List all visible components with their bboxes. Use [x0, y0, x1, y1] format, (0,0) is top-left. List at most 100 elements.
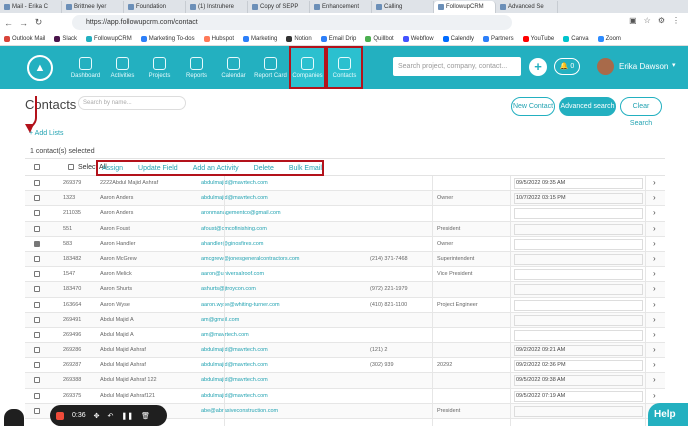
chevron-down-icon[interactable]: ▾ — [672, 61, 676, 69]
new-contact-button[interactable]: New Contact — [511, 97, 555, 116]
contact-name[interactable]: Aaron Anders — [100, 195, 133, 201]
browser-tab[interactable]: Mail - Erika C — [0, 1, 62, 13]
table-row[interactable]: 551 Aaron Foust afoust@cmcofinishing.com Pr… — [25, 221, 665, 237]
contact-email[interactable]: am@gmail.com — [201, 317, 239, 323]
table-row[interactable]: 269375 Abdul Majid Ashraf121 abdulmajid@ma… — [25, 389, 665, 404]
contact-search-input[interactable]: Search by name... — [78, 96, 186, 110]
stop-recording-icon[interactable] — [56, 411, 64, 420]
action-delete[interactable]: Delete — [254, 165, 274, 172]
table-row[interactable]: 269287 Abdul Majid Ashraf abdulmajid@mavrt… — [25, 358, 665, 374]
delete-icon[interactable]: 🗑 — [141, 412, 150, 420]
follow-up-date-field[interactable] — [514, 329, 643, 341]
header-checkbox[interactable] — [34, 164, 40, 170]
bookmark-item[interactable]: Marketing To-dos — [140, 35, 195, 42]
follow-up-date-field[interactable]: 09/5/2022 09:35 AM — [514, 178, 643, 189]
row-checkbox[interactable] — [34, 362, 40, 369]
nav-item-dashboard[interactable]: Dashboard — [67, 46, 104, 89]
add-new-button[interactable]: + — [529, 58, 547, 76]
followup-logo-icon[interactable]: ▲ — [27, 54, 53, 81]
nav-item-calendar[interactable]: Calendar — [215, 46, 252, 89]
browser-tab[interactable]: Calling — [372, 1, 434, 13]
nav-item-report-card[interactable]: Report Card — [252, 46, 289, 89]
table-row[interactable]: 183470 Aaron Shurts ashurts@jtroycon.com (9… — [25, 282, 665, 298]
table-row[interactable]: 269491 Abdul Majid A am@gmail.com › — [25, 312, 665, 328]
browser-tab[interactable]: Advanced Se — [496, 1, 558, 13]
chevron-right-icon[interactable]: › — [653, 178, 656, 187]
action-update-field[interactable]: Update Field — [138, 165, 178, 172]
bookmark-item[interactable]: Quillbot — [365, 35, 394, 42]
pause-icon[interactable]: ❚❚ — [121, 412, 133, 420]
row-checkbox[interactable] — [34, 271, 40, 278]
contact-name[interactable]: Aaron Shurts — [100, 286, 132, 292]
follow-up-date-field[interactable] — [514, 208, 643, 220]
chevron-right-icon[interactable]: › — [653, 254, 656, 263]
row-checkbox[interactable] — [34, 347, 40, 354]
browser-tab[interactable]: Copy of SEPP — [248, 1, 310, 13]
bookmark-item[interactable]: Outlook Mail — [4, 35, 45, 42]
follow-up-date-field[interactable] — [514, 284, 643, 296]
contact-email[interactable]: abe@abrasiveconstruction.com — [201, 408, 278, 414]
contact-email[interactable]: ashurts@jtroycon.com — [201, 286, 256, 292]
bookmark-star-icon[interactable]: ☆ — [644, 16, 651, 25]
table-row[interactable]: 269379 2222Abdul Majid Ashraf abdulmajid@m… — [25, 176, 665, 192]
drag-handle-icon[interactable]: ✥ — [94, 412, 100, 420]
contact-email[interactable]: abdulmajid@mavrtech.com — [201, 180, 268, 186]
avatar[interactable] — [597, 58, 614, 75]
contact-name[interactable]: Abdul Majid A — [100, 317, 134, 323]
table-row[interactable]: 1323 Aaron Anders abdulmajid@mavrtech.com O… — [25, 191, 665, 207]
row-checkbox[interactable] — [34, 225, 40, 232]
nav-item-projects[interactable]: Projects — [141, 46, 178, 89]
nav-item-reports[interactable]: Reports — [178, 46, 215, 89]
back-icon[interactable]: ← — [4, 18, 13, 28]
table-row[interactable]: 583 Aaron Handler ahandler@ginosfires.com O… — [25, 237, 665, 252]
forward-icon[interactable]: → — [19, 18, 28, 28]
contact-name[interactable]: 2222Abdul Majid Ashraf — [100, 180, 158, 186]
reload-icon[interactable]: ↻ — [34, 17, 43, 28]
contact-email[interactable]: ahandler@ginosfires.com — [201, 241, 263, 247]
chevron-right-icon[interactable]: › — [653, 239, 656, 248]
bookmark-item[interactable]: Marketing — [243, 35, 277, 42]
contact-name[interactable]: Abdul Majid Ashraf 122 — [100, 377, 157, 383]
table-row[interactable]: 269496Abdul Majid Aam@mavrtech.com› — [25, 328, 665, 344]
row-checkbox[interactable] — [34, 286, 40, 293]
row-checkbox[interactable] — [34, 255, 40, 262]
row-checkbox[interactable] — [34, 377, 40, 384]
contact-email[interactable]: abdulmajid@mavrtech.com — [201, 393, 268, 399]
table-row[interactable]: 163664 Aaron Wyse aaron.wyse@whiting-turne… — [25, 298, 665, 313]
row-checkbox[interactable] — [34, 210, 40, 217]
contact-name[interactable]: Aaron Foust — [100, 226, 130, 232]
chevron-right-icon[interactable]: › — [653, 345, 656, 354]
contact-email[interactable]: aaron@universalroof.com — [201, 271, 264, 277]
bookmark-item[interactable]: Canva — [563, 35, 589, 42]
bookmark-item[interactable]: Hubspot — [203, 35, 234, 42]
contact-name[interactable]: Aaron Anders — [100, 210, 133, 216]
follow-up-date-field[interactable] — [514, 299, 643, 311]
chevron-right-icon[interactable]: › — [653, 315, 656, 324]
row-checkbox[interactable] — [34, 331, 40, 338]
notifications-button[interactable]: 🔔 0 — [554, 58, 580, 75]
chevron-right-icon[interactable]: › — [653, 330, 656, 339]
nav-item-activities[interactable]: Activities — [104, 46, 141, 89]
contact-name[interactable]: Aaron Handler — [100, 241, 135, 247]
contact-name[interactable]: Abdul Majid Ashraf — [100, 362, 146, 368]
browser-tab[interactable]: Foundation — [124, 1, 186, 13]
bookmark-item[interactable]: YouTube — [522, 35, 554, 42]
contact-email[interactable]: abdulmajid@mavrtech.com — [201, 347, 268, 353]
chevron-right-icon[interactable]: › — [653, 300, 656, 309]
bookmark-item[interactable]: Slack — [54, 35, 77, 42]
action-bulk-email[interactable]: Bulk Email — [289, 165, 322, 172]
follow-up-date-field[interactable]: 09/2/2022 02:36 PM — [514, 360, 643, 372]
browser-tab[interactable]: (1) Instruhere — [186, 1, 248, 13]
bookmark-item[interactable]: Webflow — [402, 35, 434, 42]
table-row[interactable]: 211035 Aaron Anders aronmanagementco@gmail… — [25, 206, 665, 222]
chevron-right-icon[interactable]: › — [653, 269, 656, 278]
follow-up-date-field[interactable] — [514, 253, 643, 265]
contact-name[interactable]: Abdul Majid A — [100, 332, 134, 338]
row-checkbox[interactable] — [34, 316, 40, 323]
contact-email[interactable]: amcgrew@jonesgeneralcontractors.com — [201, 256, 300, 262]
contact-email[interactable]: abdulmajid@mavrtech.com — [201, 195, 268, 201]
help-button[interactable]: Help — [648, 403, 688, 426]
chevron-right-icon[interactable]: › — [653, 375, 656, 384]
row-checkbox[interactable] — [34, 301, 40, 308]
follow-up-date-field[interactable]: 09/2/2022 09:21 AM — [514, 345, 643, 357]
